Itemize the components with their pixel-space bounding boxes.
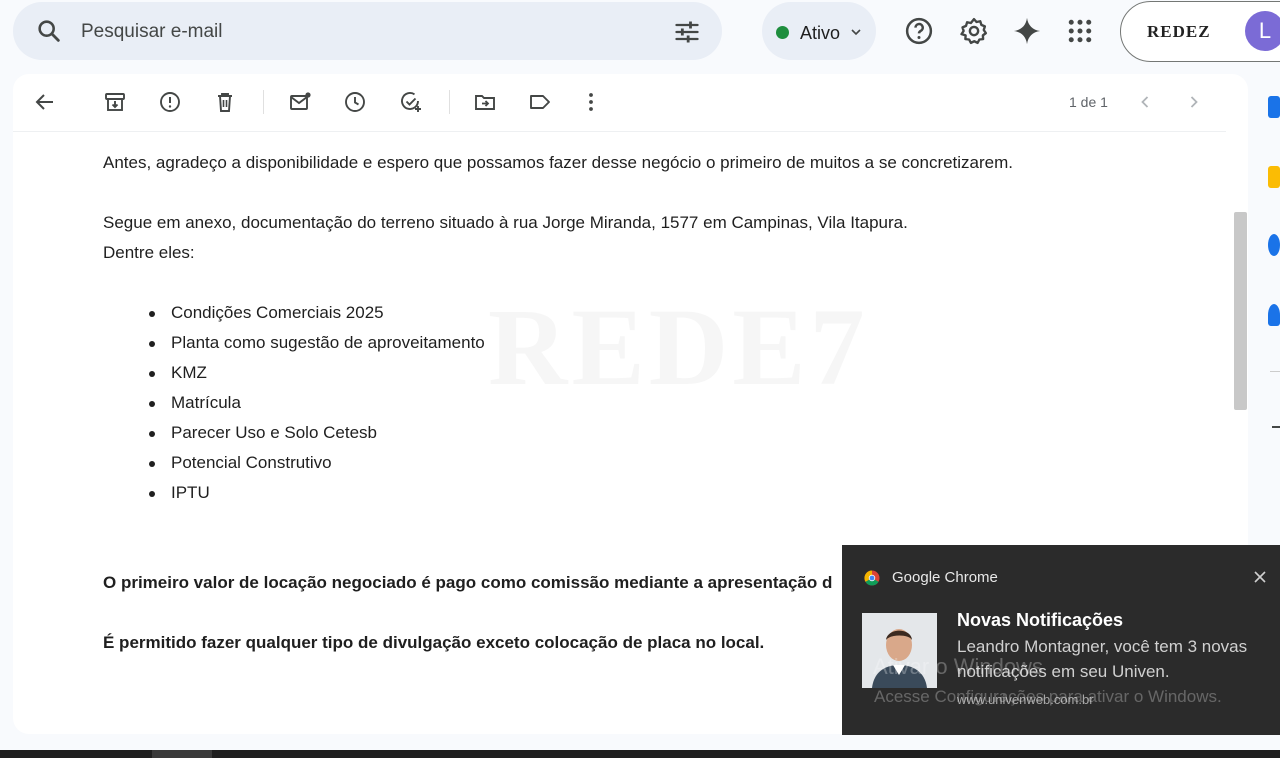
archive-icon[interactable] xyxy=(103,90,127,114)
scrollbar-thumb[interactable] xyxy=(1234,212,1247,410)
chevron-down-icon xyxy=(851,29,861,36)
list-item: IPTU xyxy=(149,478,1203,508)
snooze-clock-icon[interactable] xyxy=(343,90,367,114)
notification-app-name: Google Chrome xyxy=(892,569,998,586)
apps-grid-icon[interactable] xyxy=(1065,16,1095,46)
pagination-label: 1 de 1 xyxy=(1069,94,1108,110)
windows-activation-title: Ativar o Windows xyxy=(873,654,1043,679)
windows-taskbar xyxy=(0,750,1280,758)
avatar[interactable]: L xyxy=(1245,11,1280,51)
search-icon[interactable] xyxy=(35,17,63,45)
list-item: Parecer Uso e Solo Cetesb xyxy=(149,418,1203,448)
help-icon[interactable] xyxy=(904,16,934,46)
gemini-sparkle-icon[interactable] xyxy=(1012,16,1042,46)
chevron-left-icon[interactable] xyxy=(1133,90,1157,114)
toolbar-divider xyxy=(263,90,264,114)
email-paragraph: Antes, agradeço a disponibilidade e espe… xyxy=(103,153,1014,172)
email-paragraph: Dentre eles: xyxy=(103,243,195,262)
keep-icon[interactable] xyxy=(1268,166,1280,188)
list-item: KMZ xyxy=(149,358,1203,388)
tasks-icon[interactable] xyxy=(1268,234,1280,256)
top-bar: Pesquisar e-mail Ativo REDEZ L xyxy=(0,0,1280,66)
message-toolbar: 1 de 1 xyxy=(13,74,1226,132)
status-selector[interactable]: Ativo xyxy=(762,2,876,60)
mark-unread-icon[interactable] xyxy=(288,90,312,114)
document-list: Condições Comerciais 2025 Planta como su… xyxy=(149,298,1203,508)
gear-icon[interactable] xyxy=(959,16,989,46)
contacts-icon[interactable] xyxy=(1268,304,1280,326)
search-options-icon[interactable] xyxy=(673,18,701,46)
notification-title: Novas Notificações xyxy=(957,610,1124,630)
calendar-icon[interactable] xyxy=(1268,96,1280,118)
report-spam-icon[interactable] xyxy=(158,90,182,114)
brand-logo: REDEZ xyxy=(1147,22,1211,41)
list-item: Potencial Construtivo xyxy=(149,448,1203,478)
taskbar-item[interactable] xyxy=(152,750,212,758)
toolbar-divider xyxy=(449,90,450,114)
chevron-right-icon[interactable] xyxy=(1182,90,1206,114)
back-arrow-icon[interactable] xyxy=(33,90,57,114)
status-dot-icon xyxy=(776,26,789,39)
windows-activation-text: Acesse Configurações para ativar o Windo… xyxy=(874,687,1222,706)
email-paragraph: Segue em anexo, documentação do terreno … xyxy=(103,213,908,232)
search-input[interactable]: Pesquisar e-mail xyxy=(81,21,223,43)
close-icon[interactable] xyxy=(1253,570,1267,584)
chrome-logo-icon xyxy=(864,570,880,586)
label-icon[interactable] xyxy=(528,90,552,114)
delete-icon[interactable] xyxy=(213,90,237,114)
list-item: Planta como sugestão de aproveitamento xyxy=(149,328,1203,358)
side-panel-divider xyxy=(1270,371,1280,372)
search-box[interactable]: Pesquisar e-mail xyxy=(13,2,722,60)
move-to-folder-icon[interactable] xyxy=(473,90,497,114)
add-task-icon[interactable] xyxy=(399,90,423,114)
list-item: Condições Comerciais 2025 xyxy=(149,298,1203,328)
add-addon-icon[interactable] xyxy=(1272,420,1280,434)
more-options-icon[interactable] xyxy=(579,90,603,114)
status-label: Ativo xyxy=(800,23,841,43)
list-item: Matrícula xyxy=(149,388,1203,418)
